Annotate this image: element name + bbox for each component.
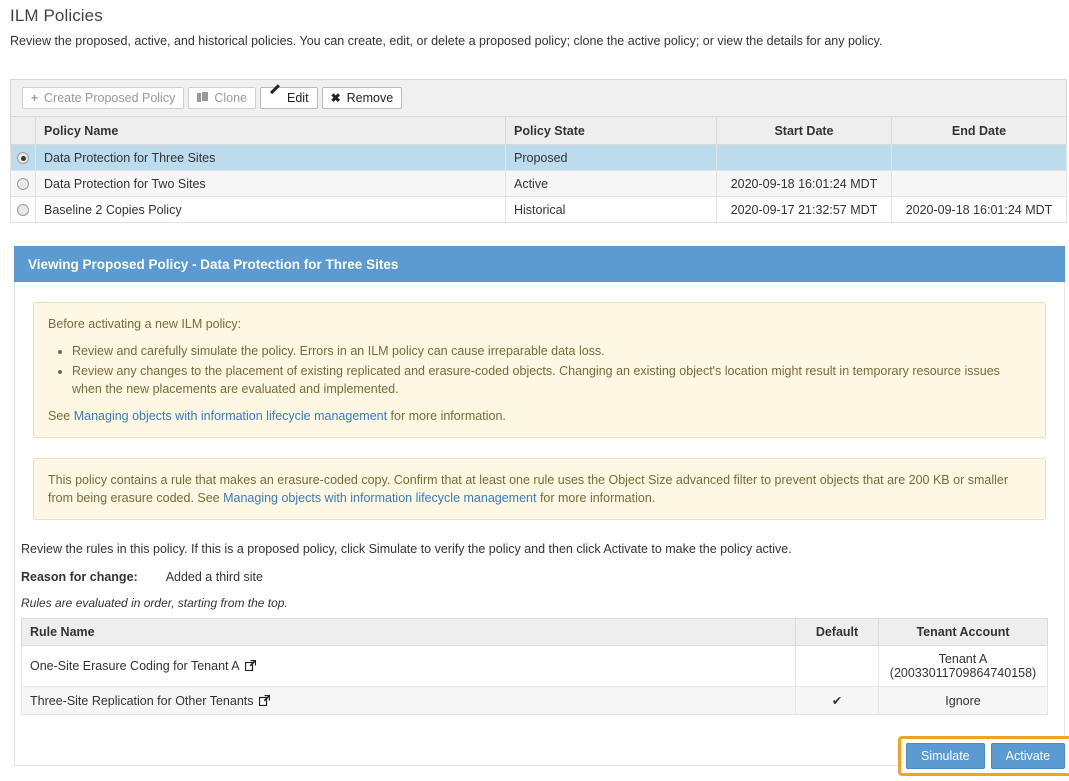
see-prefix: See <box>48 409 74 423</box>
table-row[interactable]: Data Protection for Three Sites Proposed <box>10 144 1067 171</box>
policy-name-cell: Data Protection for Three Sites <box>35 144 506 171</box>
policy-state-cell: Historical <box>505 196 717 223</box>
reason-value: Added a third site <box>165 570 263 584</box>
close-icon: ✖ <box>330 91 341 105</box>
alert-see-more: See Managing objects with information li… <box>48 407 1031 425</box>
reason-for-change: Reason for change: Added a third site <box>21 570 1064 584</box>
panel-title: Viewing Proposed Policy - Data Protectio… <box>28 256 399 272</box>
table-row[interactable]: Baseline 2 Copies Policy Historical 2020… <box>10 196 1067 223</box>
policy-name-cell: Data Protection for Two Sites <box>35 170 506 197</box>
remove-button[interactable]: ✖ Remove <box>321 87 403 109</box>
rule-default-cell <box>795 645 879 687</box>
plus-icon: + <box>31 91 39 105</box>
policies-table-header-row: Policy Name Policy State Start Date End … <box>10 116 1067 145</box>
edit-button[interactable]: Edit <box>260 87 318 109</box>
column-header-start-date[interactable]: Start Date <box>716 116 892 145</box>
table-row[interactable]: Data Protection for Two Sites Active 202… <box>10 170 1067 197</box>
tenant-name: Ignore <box>945 693 981 708</box>
policies-table: Policy Name Policy State Start Date End … <box>10 116 1067 223</box>
list-item: Review and carefully simulate the policy… <box>72 342 1031 360</box>
alert2-text: This policy contains a rule that makes a… <box>48 471 1031 507</box>
column-header-policy-name[interactable]: Policy Name <box>35 116 506 145</box>
policy-state-cell: Active <box>505 170 717 197</box>
page-title: ILM Policies <box>10 6 103 25</box>
clone-icon <box>197 91 210 105</box>
list-item: Review any changes to the placement of e… <box>72 362 1031 398</box>
remove-label: Remove <box>346 91 394 105</box>
ilm-policies-page: ILM Policies Review the proposed, active… <box>0 0 1069 781</box>
tenant-id: (20033011709864740158) <box>889 666 1037 680</box>
rule-name-label: One-Site Erasure Coding for Tenant A <box>30 659 240 673</box>
end-date-cell <box>891 170 1067 197</box>
rule-name-cell[interactable]: Three-Site Replication for Other Tenants <box>21 686 796 715</box>
simulate-button[interactable]: Simulate <box>906 743 985 769</box>
edit-label: Edit <box>287 91 309 105</box>
erasure-coding-alert: This policy contains a rule that makes a… <box>33 458 1046 520</box>
radio-button[interactable] <box>17 178 29 191</box>
rule-default-cell: ✔ <box>795 686 879 715</box>
policy-state-cell: Proposed <box>505 144 717 171</box>
tenant-name: Tenant A <box>938 652 988 666</box>
rules-table: Rule Name Default Tenant Account One-Sit… <box>21 618 1048 715</box>
activation-warning-alert: Before activating a new ILM policy: Revi… <box>33 302 1046 438</box>
table-row: One-Site Erasure Coding for Tenant A Ten… <box>21 645 1048 687</box>
clone-button[interactable]: Clone <box>188 87 257 109</box>
table-row: Three-Site Replication for Other Tenants… <box>21 686 1048 715</box>
policy-actions-highlight: Simulate Activate <box>898 736 1069 776</box>
alert-bullet-list: Review and carefully simulate the policy… <box>48 342 1031 398</box>
rule-tenant-cell: Tenant A (20033011709864740158) <box>878 645 1048 687</box>
rules-order-note: Rules are evaluated in order, starting f… <box>21 596 288 610</box>
column-header-default: Default <box>795 618 879 646</box>
ilm-docs-link[interactable]: Managing objects with information lifecy… <box>223 491 536 505</box>
start-date-cell <box>716 144 892 171</box>
row-select-cell[interactable] <box>10 196 36 223</box>
create-proposed-policy-button[interactable]: + Create Proposed Policy <box>22 87 185 109</box>
alert-intro: Before activating a new ILM policy: <box>48 317 242 331</box>
policy-toolbar: + Create Proposed Policy Clone Edit ✖ Re… <box>10 79 1067 116</box>
rules-table-header-row: Rule Name Default Tenant Account <box>21 618 1048 646</box>
column-header-end-date[interactable]: End Date <box>891 116 1067 145</box>
column-header-policy-state[interactable]: Policy State <box>505 116 717 145</box>
start-date-cell: 2020-09-18 16:01:24 MDT <box>716 170 892 197</box>
external-link-icon[interactable] <box>258 694 270 706</box>
row-select-cell[interactable] <box>10 170 36 197</box>
radio-button[interactable] <box>17 204 29 217</box>
activate-button[interactable]: Activate <box>990 743 1066 769</box>
create-proposed-policy-label: Create Proposed Policy <box>44 91 176 105</box>
select-column-header <box>10 116 36 145</box>
panel-body: Before activating a new ILM policy: Revi… <box>14 282 1065 766</box>
review-instructions: Review the rules in this policy. If this… <box>21 542 792 556</box>
ilm-docs-link[interactable]: Managing objects with information lifecy… <box>74 409 387 423</box>
external-link-icon[interactable] <box>244 660 256 671</box>
page-subtitle: Review the proposed, active, and histori… <box>10 34 883 48</box>
start-date-cell: 2020-09-17 21:32:57 MDT <box>716 196 892 223</box>
column-header-tenant-account: Tenant Account <box>878 618 1048 646</box>
end-date-cell <box>891 144 1067 171</box>
row-select-cell[interactable] <box>10 144 36 171</box>
pencil-icon <box>269 91 281 105</box>
reason-label: Reason for change: <box>21 570 138 584</box>
column-header-rule-name: Rule Name <box>21 618 796 646</box>
end-date-cell: 2020-09-18 16:01:24 MDT <box>891 196 1067 223</box>
see-suffix: for more information. <box>387 409 506 423</box>
panel-header: Viewing Proposed Policy - Data Protectio… <box>14 246 1065 282</box>
policy-name-cell: Baseline 2 Copies Policy <box>35 196 506 223</box>
clone-label: Clone <box>214 91 248 105</box>
alert2-text-after: for more information. <box>536 491 656 505</box>
rule-name-cell[interactable]: One-Site Erasure Coding for Tenant A <box>21 645 796 687</box>
radio-button[interactable] <box>17 152 29 165</box>
rule-tenant-cell: Ignore <box>878 686 1048 715</box>
rule-name-label: Three-Site Replication for Other Tenants <box>30 693 254 708</box>
